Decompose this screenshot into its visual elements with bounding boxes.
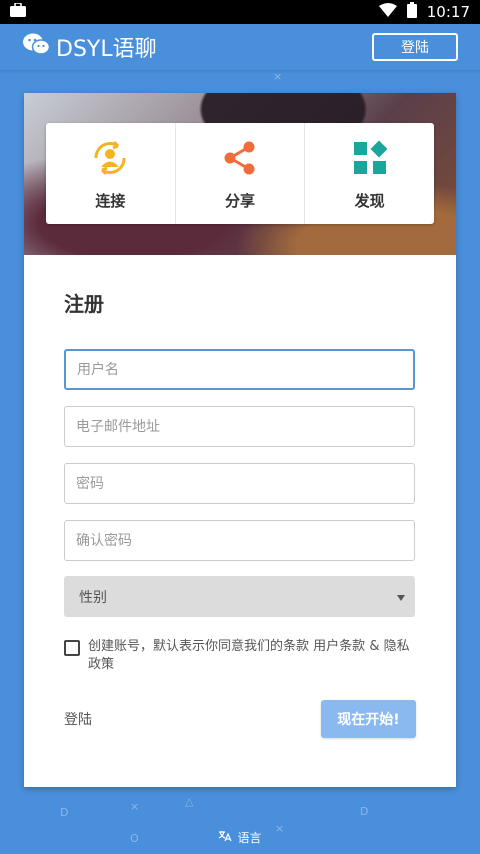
language-label: 语言 — [237, 831, 262, 845]
wifi-icon — [378, 3, 397, 21]
terms-text: 创建账号，默认表示你同意我们的条款 — [88, 639, 310, 654]
email-input[interactable] — [64, 406, 415, 447]
password-input[interactable] — [64, 463, 415, 504]
signup-card: 连接 分享 发现 注册 用户名 电子邮件地址 性别 创建账号，默认表示你同意我们… — [24, 93, 456, 787]
dropdown-arrow-icon — [397, 589, 405, 605]
brand[interactable]: DSYL语聊 — [22, 31, 157, 63]
gender-select[interactable]: 性别 — [64, 576, 415, 617]
feature-connect[interactable]: 连接 — [46, 123, 176, 224]
app-bar: DSYL语聊 登陆 — [0, 24, 480, 70]
feature-discover[interactable]: 发现 — [305, 123, 434, 224]
username-input[interactable] — [64, 349, 415, 390]
feature-label: 发现 — [354, 192, 385, 210]
translate-icon — [218, 830, 233, 845]
decoration: D — [360, 805, 369, 818]
decoration: × — [273, 70, 283, 83]
terms-and: & — [369, 639, 380, 654]
feature-label: 分享 — [225, 192, 256, 210]
form-title: 注册 — [64, 292, 104, 316]
status-bar: 10:17 — [0, 0, 480, 24]
decoration: D — [60, 806, 69, 819]
feature-share[interactable]: 分享 — [176, 123, 306, 224]
decoration: △ — [185, 795, 194, 808]
confirm-password-input[interactable] — [64, 520, 415, 561]
terms-text-block: 创建账号，默认表示你同意我们的条款 用户条款 & 隐私政策 — [88, 638, 416, 674]
terms-link[interactable]: 用户条款 — [313, 639, 365, 654]
gender-value: 性别 — [79, 589, 107, 606]
terms-row: 创建账号，默认表示你同意我们的条款 用户条款 & 隐私政策 — [64, 638, 416, 674]
start-button[interactable]: 现在开始! — [321, 700, 416, 738]
battery-icon — [406, 2, 417, 22]
language-selector[interactable]: 语言 — [0, 829, 480, 846]
login-link[interactable]: 登陆 — [64, 709, 92, 729]
decoration: × — [130, 800, 140, 813]
login-button[interactable]: 登陆 — [372, 33, 458, 61]
brand-name: DSYL语聊 — [56, 37, 157, 62]
discover-icon — [348, 136, 392, 184]
clock-time: 10:17 — [426, 3, 470, 21]
wechat-icon — [22, 32, 51, 62]
connect-icon — [88, 136, 132, 184]
terms-checkbox[interactable] — [64, 640, 80, 656]
share-icon — [218, 136, 262, 184]
feature-bar: 连接 分享 发现 — [46, 123, 434, 224]
feature-label: 连接 — [95, 192, 126, 210]
briefcase-icon — [10, 2, 26, 21]
